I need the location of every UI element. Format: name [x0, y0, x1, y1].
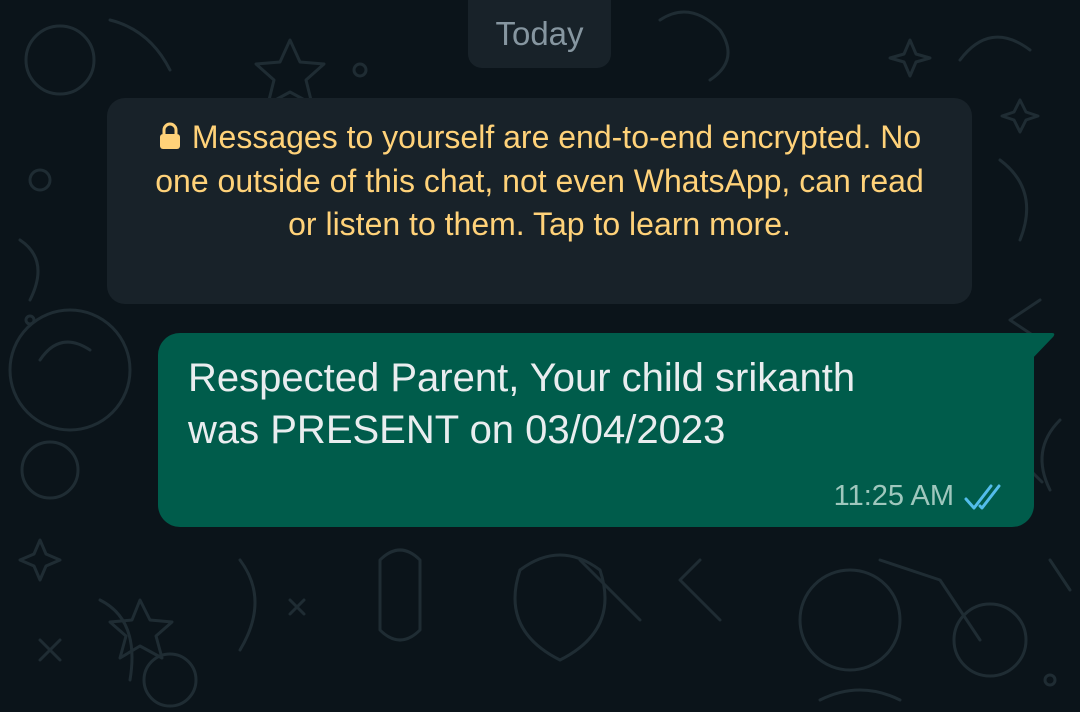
encryption-notice[interactable]: Messages to yourself are end-to-end encr… — [107, 98, 972, 304]
message-meta: 11:25 AM — [834, 480, 1010, 513]
date-separator: Today — [468, 0, 611, 68]
encryption-notice-text: Messages to yourself are end-to-end encr… — [155, 119, 924, 242]
lock-icon — [159, 122, 180, 149]
message-text: Respected Parent, Your child srikanth wa… — [188, 356, 856, 452]
bubble-tail — [1030, 333, 1055, 361]
outgoing-message-bubble[interactable]: Respected Parent, Your child srikanth wa… — [158, 333, 1034, 527]
message-time: 11:25 AM — [833, 480, 954, 512]
date-separator-label: Today — [495, 15, 584, 52]
double-check-read-icon — [964, 484, 1001, 509]
